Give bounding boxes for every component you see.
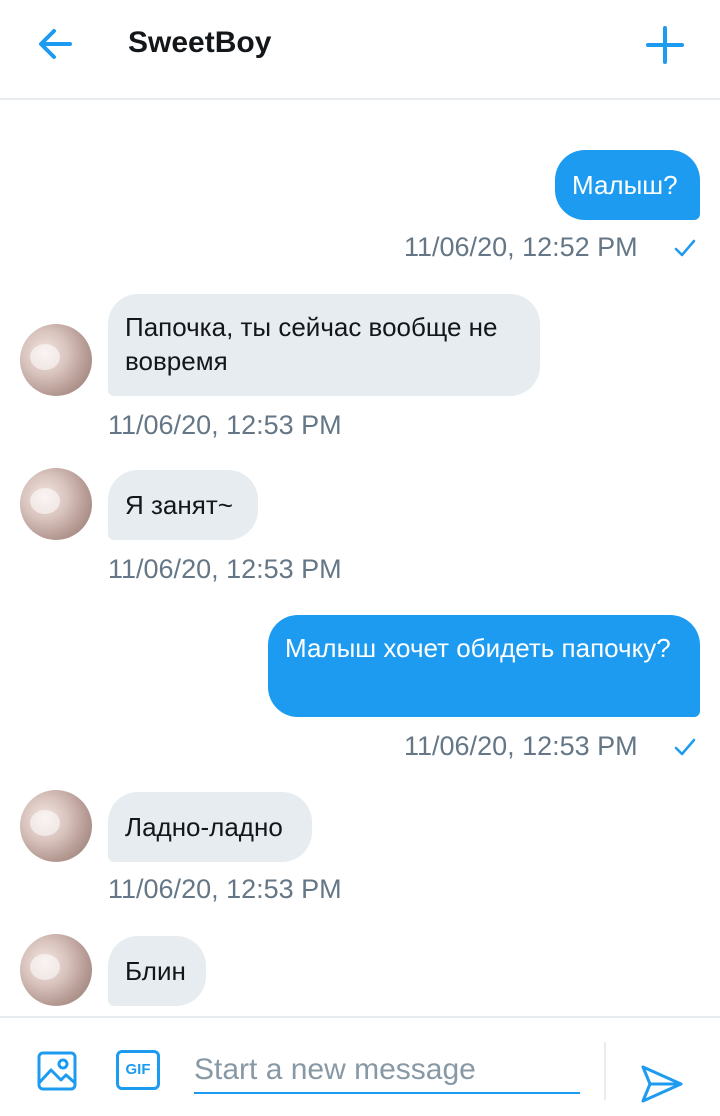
- contact-avatar[interactable]: [20, 934, 92, 1006]
- incoming-message-bubble[interactable]: Блин: [108, 936, 206, 1006]
- arrow-left-icon: [39, 29, 72, 59]
- send-icon: [641, 1065, 683, 1103]
- media-button[interactable]: [36, 1050, 78, 1092]
- message-input[interactable]: [194, 1048, 580, 1094]
- message-timestamp: 11/06/20, 12:52 PM: [404, 232, 638, 262]
- contact-avatar[interactable]: [20, 790, 92, 862]
- message-text: Блин: [125, 956, 186, 986]
- image-icon: [37, 1051, 77, 1091]
- contact-avatar[interactable]: [20, 468, 92, 540]
- message-text: Малыш хочет обидеть папочку?: [285, 633, 671, 663]
- conversation-header: SweetBoy: [0, 0, 720, 100]
- message-thread[interactable]: Малыш? 11/06/20, 12:52 PM Папочка, ты се…: [0, 102, 720, 1016]
- message-text: Ладно-ладно: [125, 812, 283, 842]
- sent-check-icon: [674, 738, 696, 756]
- back-button[interactable]: [30, 22, 84, 66]
- message-timestamp: 11/06/20, 12:53 PM: [108, 410, 342, 440]
- message-timestamp: 11/06/20, 12:53 PM: [404, 731, 638, 761]
- add-button[interactable]: [638, 18, 692, 72]
- gif-button[interactable]: GIF: [116, 1050, 160, 1090]
- send-button[interactable]: [640, 1064, 684, 1104]
- message-timestamp: 11/06/20, 12:53 PM: [108, 554, 342, 584]
- conversation-title: SweetBoy: [128, 26, 272, 59]
- message-timestamp: 11/06/20, 12:53 PM: [108, 874, 342, 904]
- message-text: Малыш?: [572, 170, 678, 200]
- composer-divider: [604, 1042, 606, 1100]
- message-text: Папочка, ты сейчас вообще не вовремя: [125, 312, 498, 376]
- sent-check-icon: [674, 239, 696, 257]
- outgoing-message-bubble[interactable]: Малыш?: [555, 150, 700, 220]
- incoming-message-bubble[interactable]: Я занят~: [108, 470, 258, 540]
- incoming-message-bubble[interactable]: Папочка, ты сейчас вообще не вовремя: [108, 294, 540, 396]
- incoming-message-bubble[interactable]: Ладно-ладно: [108, 792, 312, 862]
- contact-avatar[interactable]: [20, 324, 92, 396]
- message-composer: GIF: [0, 1016, 720, 1116]
- plus-icon: [646, 26, 684, 64]
- outgoing-message-bubble[interactable]: Малыш хочет обидеть папочку?: [268, 615, 700, 717]
- message-text: Я занят~: [125, 490, 233, 520]
